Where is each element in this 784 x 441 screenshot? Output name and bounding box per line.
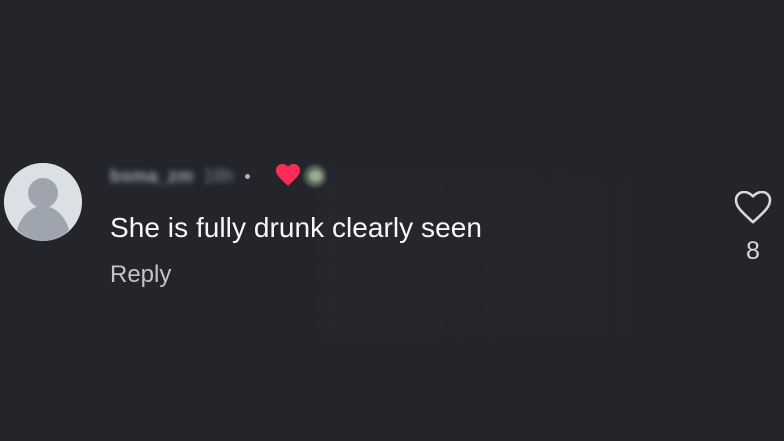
author-avatar-icon: [304, 165, 327, 187]
comment-meta: bsma_zm 18h: [110, 162, 327, 190]
username[interactable]: bsma_zm: [110, 166, 193, 187]
heart-outline-icon: [734, 191, 772, 224]
like-button[interactable]: [734, 191, 772, 225]
default-avatar-icon: [4, 163, 82, 241]
comment-text: She is fully drunk clearly seen: [110, 212, 482, 243]
heart-filled-icon: [274, 164, 302, 188]
background-noise: [320, 170, 650, 335]
separator-dot: [245, 173, 251, 179]
reply-button[interactable]: Reply: [110, 260, 171, 290]
like-count: 8: [746, 237, 760, 265]
comment-item: bsma_zm 18h She is fully drunk clearly s…: [0, 0, 784, 441]
avatar[interactable]: [4, 163, 82, 241]
timestamp: 18h: [203, 165, 234, 186]
